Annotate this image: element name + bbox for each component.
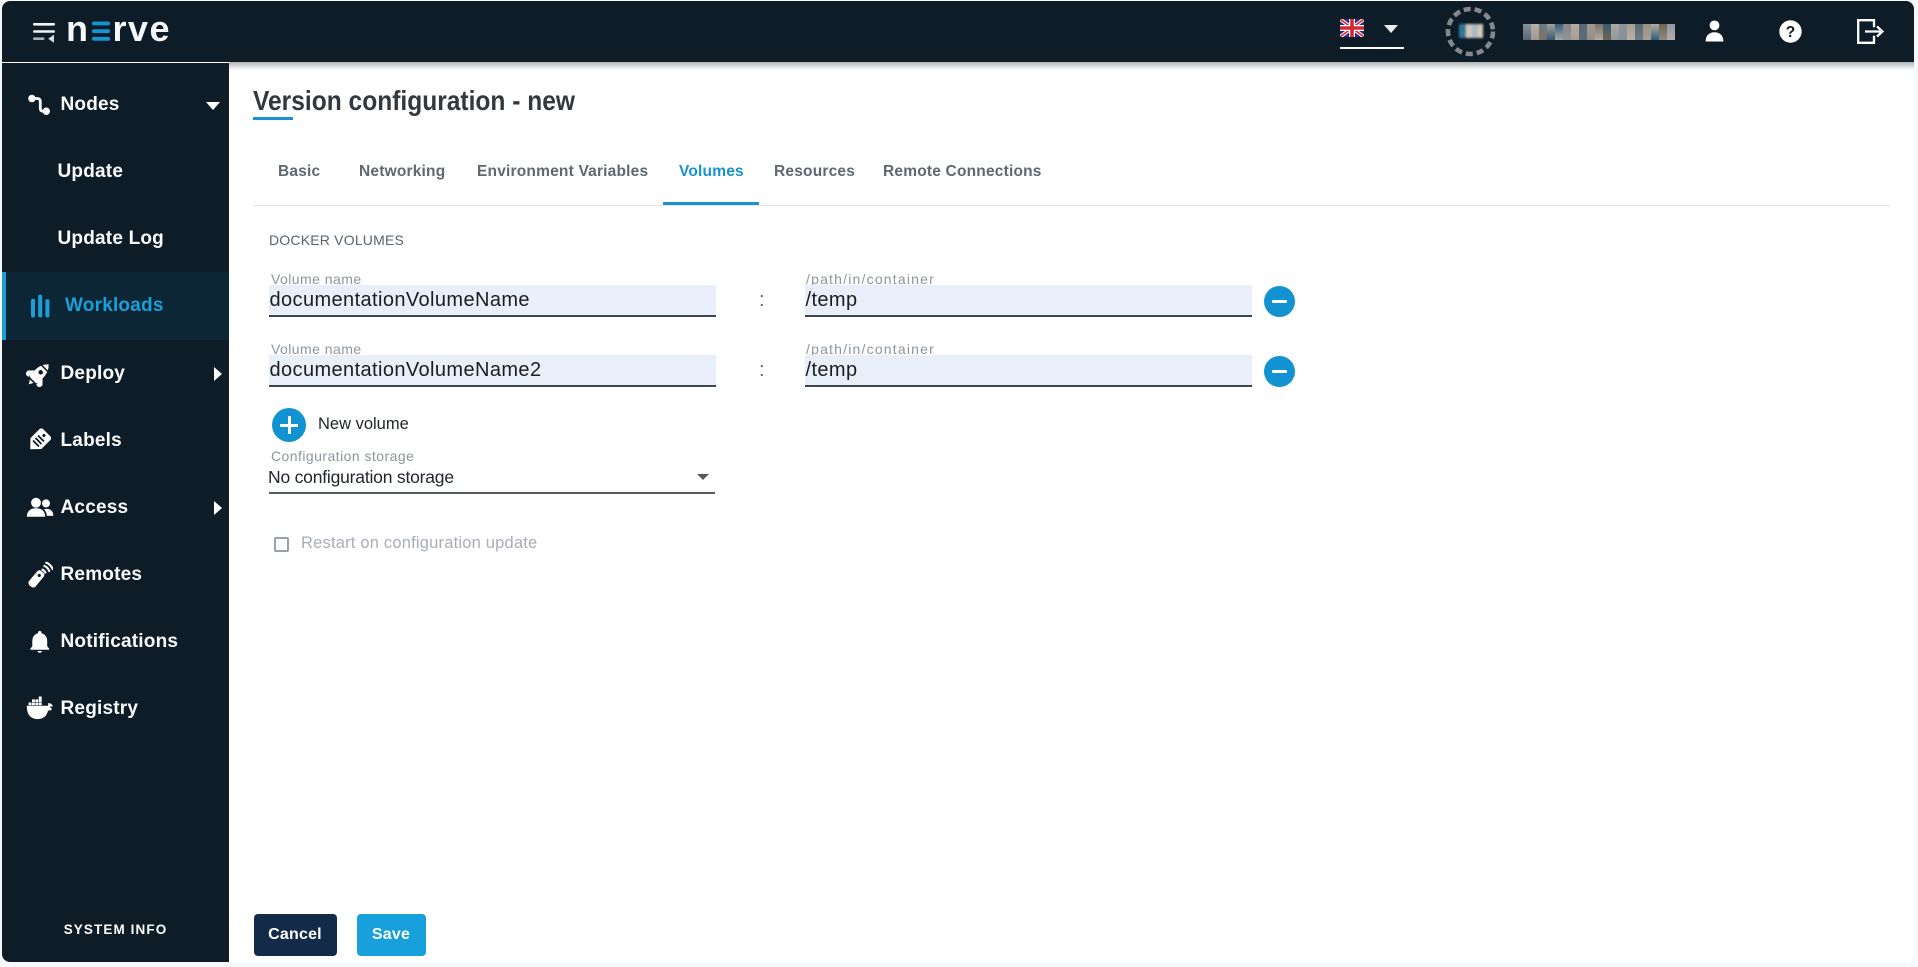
svg-text:?: ?	[1786, 24, 1795, 41]
